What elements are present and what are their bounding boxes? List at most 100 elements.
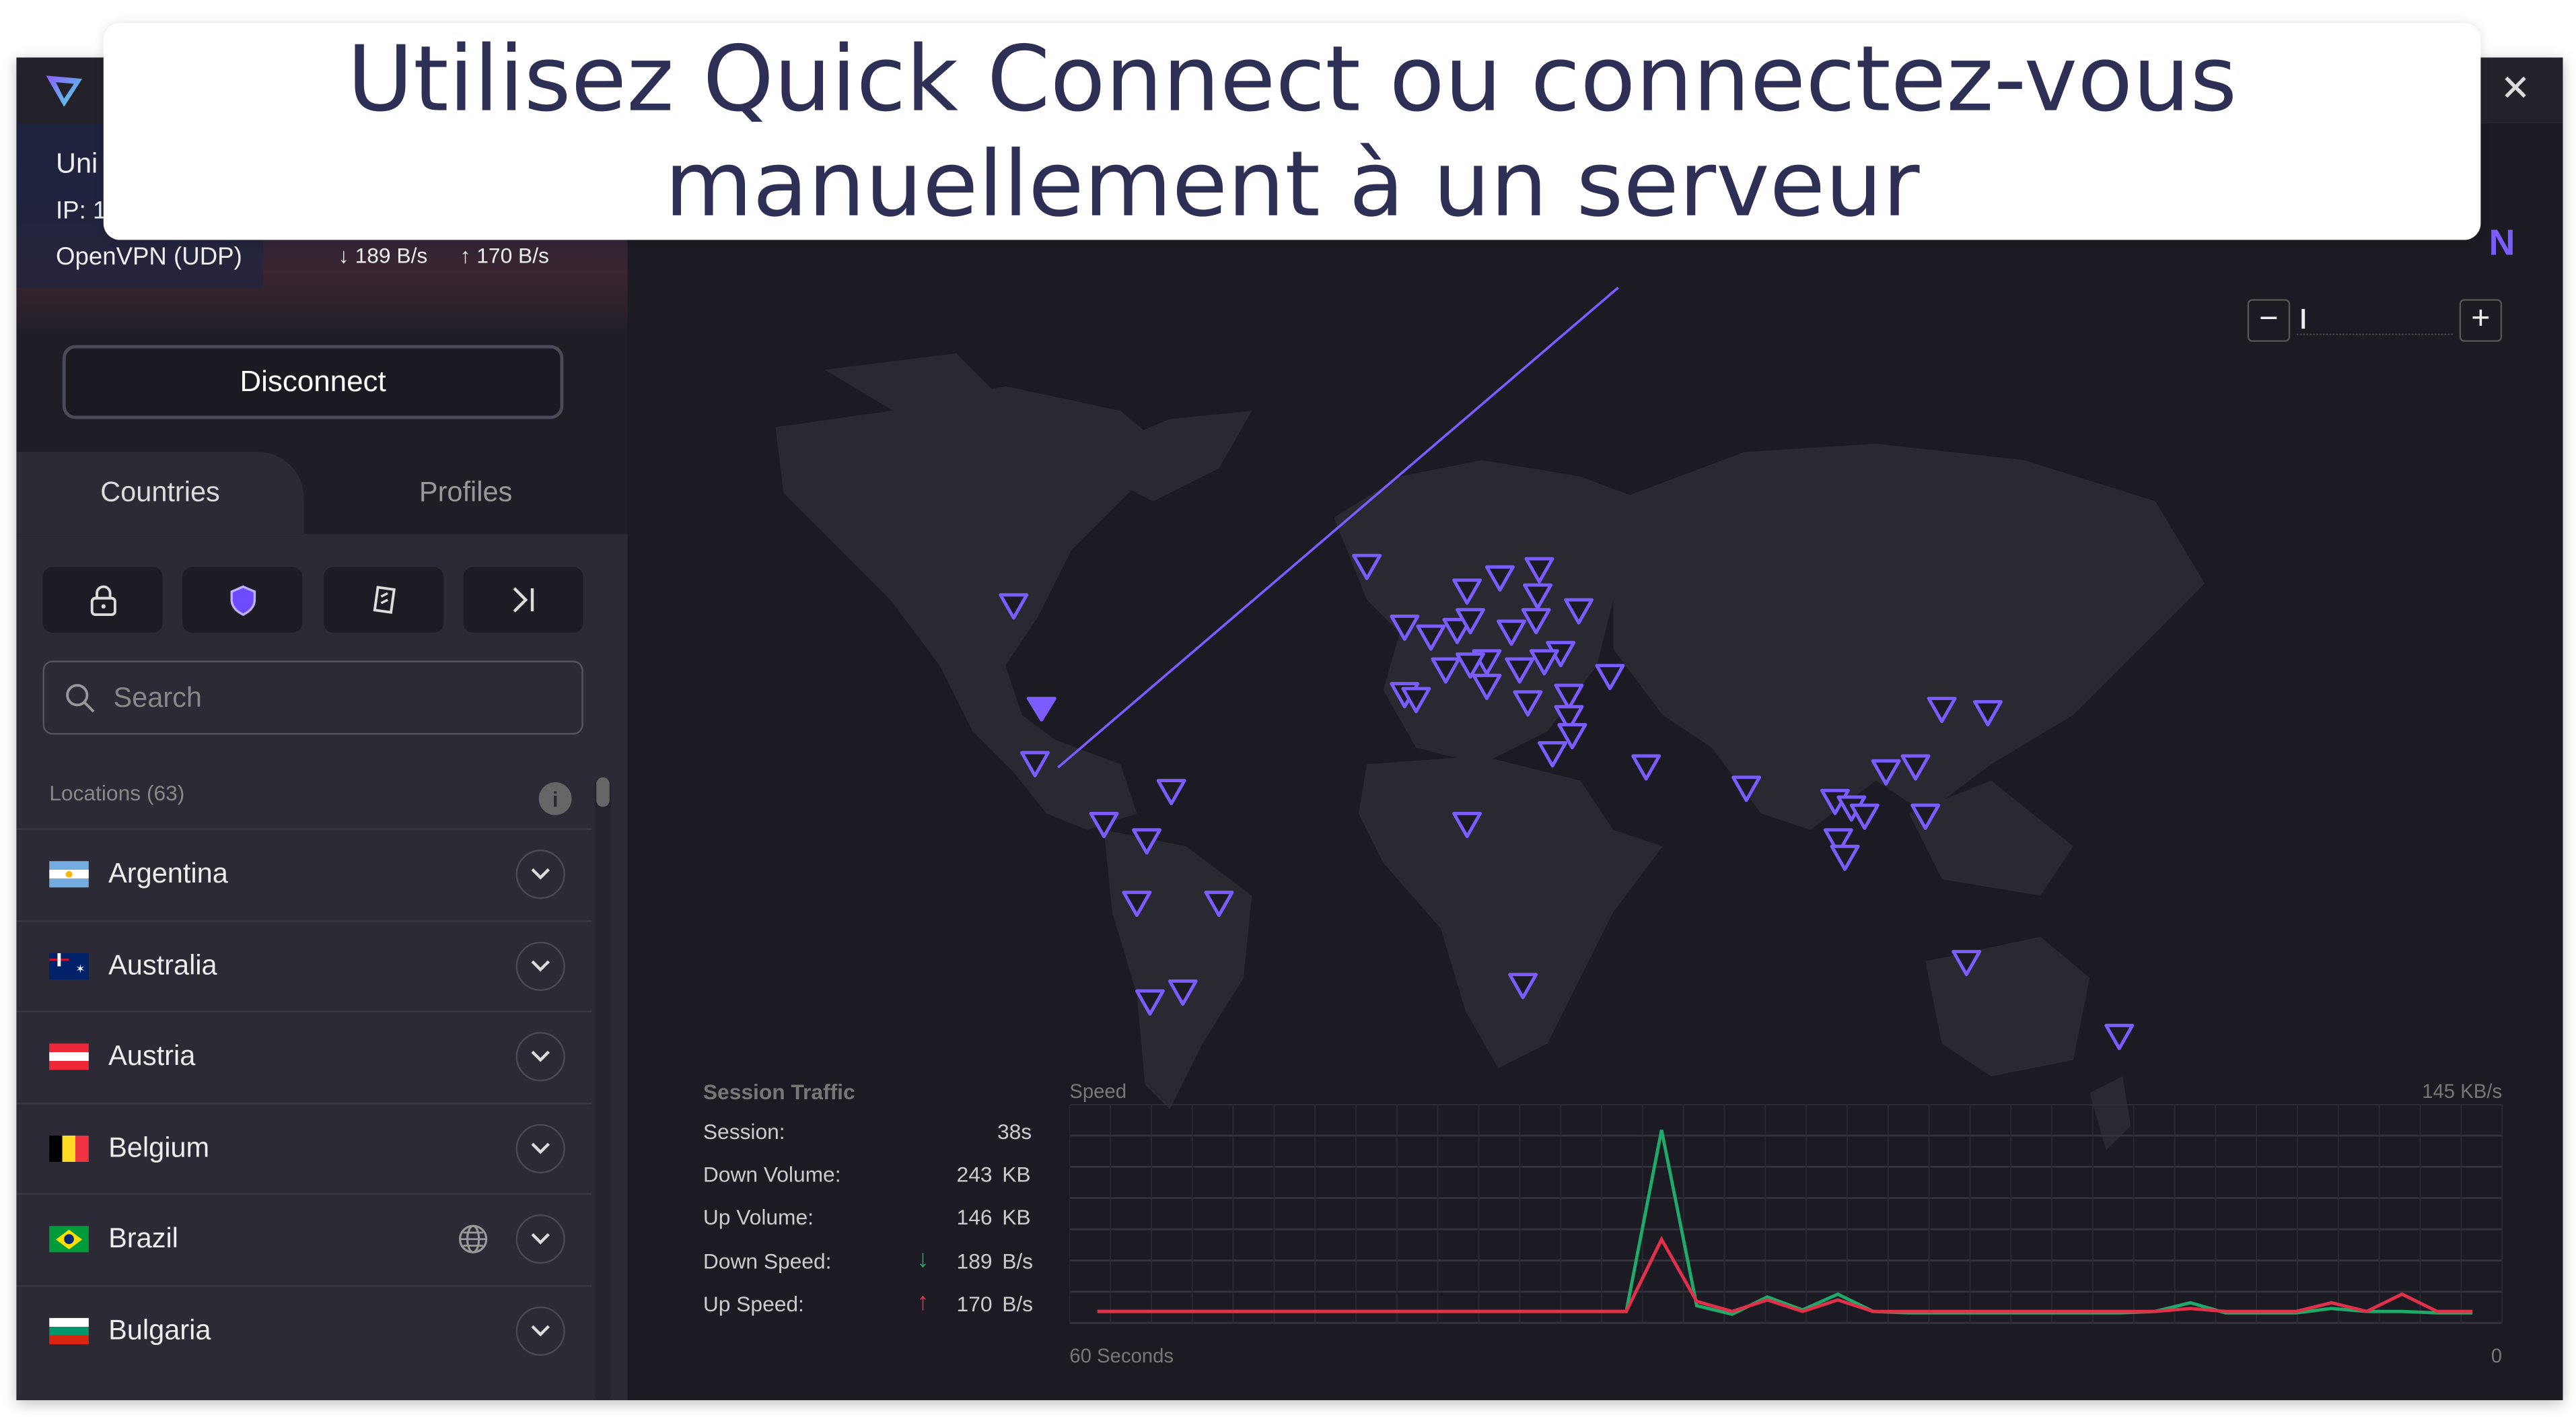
zoom-slider[interactable] bbox=[2296, 306, 2453, 336]
flag-bg-icon bbox=[49, 1317, 89, 1344]
scrollbar[interactable] bbox=[594, 777, 612, 1400]
speed-label: Speed bbox=[1069, 1079, 1127, 1103]
server-marker[interactable] bbox=[1849, 803, 1880, 830]
search-input[interactable] bbox=[113, 681, 541, 714]
brand-logo-fragment: N bbox=[2489, 221, 2515, 263]
arrow-right-bar-icon bbox=[512, 587, 533, 613]
tor-filter-button[interactable] bbox=[463, 567, 583, 633]
country-row-brazil[interactable]: Brazil bbox=[16, 1193, 592, 1284]
shield-filter-button[interactable] bbox=[182, 567, 303, 633]
expand-button[interactable] bbox=[515, 1214, 565, 1264]
x-axis-end-label: 0 bbox=[2491, 1344, 2503, 1368]
stat-label: Up Speed: bbox=[703, 1291, 804, 1316]
app-logo-icon bbox=[46, 75, 83, 107]
server-marker[interactable] bbox=[2104, 1023, 2135, 1050]
tab-countries[interactable]: Countries bbox=[16, 452, 304, 534]
server-marker[interactable] bbox=[1156, 779, 1186, 806]
locations-count: Locations (63) bbox=[49, 780, 185, 806]
chevron-down-icon bbox=[531, 1051, 550, 1063]
chevron-down-icon bbox=[531, 959, 550, 971]
scrollbar-thumb[interactable] bbox=[596, 777, 610, 807]
session-traffic-title: Session Traffic bbox=[703, 1079, 855, 1105]
stat-value: 243 bbox=[956, 1162, 993, 1187]
world-map[interactable]: N − + Session Traffic Session: 38s Down Vo… bbox=[627, 123, 2563, 1400]
country-name: Austria bbox=[108, 1040, 196, 1072]
country-name: Bulgaria bbox=[108, 1314, 211, 1346]
stat-value: 38s bbox=[997, 1119, 1032, 1144]
stat-unit: KB bbox=[1002, 1205, 1031, 1231]
server-marker[interactable] bbox=[1830, 844, 1860, 871]
upload-speed: 170 B/s bbox=[476, 243, 549, 268]
stat-value: 170 bbox=[956, 1291, 993, 1316]
country-name: Argentina bbox=[108, 858, 228, 890]
stat-label: Up Volume: bbox=[703, 1205, 814, 1231]
arrow-down-icon: ↓ bbox=[917, 1245, 929, 1274]
chevron-down-icon bbox=[531, 1233, 550, 1245]
vpn-window: ✕ Uni IP: 1 OpenVPN (UDP) ↓ 189 B/s ↑ 17… bbox=[16, 57, 2563, 1400]
country-row-belgium[interactable]: Belgium bbox=[16, 1101, 592, 1193]
stat-label: Down Speed: bbox=[703, 1248, 832, 1274]
flag-at-icon bbox=[49, 1043, 89, 1070]
country-row-australia[interactable]: ✶ Australia bbox=[16, 919, 592, 1010]
protocol-label: OpenVPN (UDP) bbox=[56, 243, 242, 271]
expand-button[interactable] bbox=[515, 850, 565, 900]
country-name: Australia bbox=[108, 949, 217, 981]
p2p-icon bbox=[372, 586, 395, 614]
expand-button[interactable] bbox=[515, 941, 565, 991]
close-icon[interactable]: ✕ bbox=[2501, 67, 2531, 110]
up-speed-line bbox=[1097, 1236, 2473, 1313]
country-row-bulgaria[interactable]: Bulgaria bbox=[16, 1284, 592, 1375]
stat-value: 146 bbox=[956, 1205, 993, 1231]
country-name: Brazil bbox=[108, 1222, 178, 1255]
down-speed-line bbox=[1097, 1130, 2473, 1316]
secure-core-filter-button[interactable] bbox=[42, 567, 163, 633]
connected-server-marker[interactable] bbox=[1026, 697, 1057, 722]
stat-value: 189 bbox=[956, 1248, 993, 1274]
chevron-down-icon bbox=[531, 1324, 550, 1336]
flag-br-icon bbox=[49, 1226, 89, 1253]
expand-button[interactable] bbox=[515, 1124, 565, 1173]
download-arrow-icon: ↓ bbox=[338, 243, 355, 268]
search-icon bbox=[66, 683, 95, 712]
caption-line-1: Utilisez Quick Connect ou connectez-vous bbox=[347, 26, 2238, 132]
shield-icon bbox=[229, 585, 255, 616]
chevron-down-icon bbox=[531, 868, 550, 880]
speed-max-label: 145 KB/s bbox=[2422, 1079, 2503, 1103]
expand-button[interactable] bbox=[515, 1032, 565, 1082]
country-row-austria[interactable]: Austria bbox=[16, 1010, 592, 1101]
tab-profiles[interactable]: Profiles bbox=[304, 452, 628, 534]
landmass bbox=[1613, 444, 2205, 830]
server-marker[interactable] bbox=[1631, 754, 1661, 781]
zoom-in-button[interactable]: + bbox=[2459, 299, 2503, 342]
search-field[interactable] bbox=[42, 660, 583, 735]
zoom-slider-handle[interactable] bbox=[2301, 308, 2305, 329]
disconnect-button[interactable]: Disconnect bbox=[62, 345, 564, 419]
x-axis-start-label: 60 Seconds bbox=[1069, 1344, 1174, 1368]
stat-label: Session: bbox=[703, 1119, 785, 1144]
caption-line-2: manuellement à un serveur bbox=[664, 131, 1920, 237]
caption-banner: Utilisez Quick Connect ou connectez-vous… bbox=[103, 23, 2481, 240]
download-speed: 189 B/s bbox=[355, 243, 428, 268]
country-name: Belgium bbox=[108, 1132, 210, 1163]
p2p-filter-button[interactable] bbox=[323, 567, 444, 633]
info-icon[interactable]: i bbox=[538, 782, 572, 815]
sidebar: Uni IP: 1 OpenVPN (UDP) ↓ 189 B/s ↑ 170 … bbox=[16, 123, 628, 1400]
stat-unit: KB bbox=[1002, 1162, 1031, 1187]
stat-label: Down Volume: bbox=[703, 1162, 841, 1187]
server-marker[interactable] bbox=[1595, 664, 1625, 691]
zoom-out-button[interactable]: − bbox=[2247, 299, 2291, 342]
stat-unit: B/s bbox=[1002, 1291, 1034, 1316]
expand-button[interactable] bbox=[515, 1306, 565, 1356]
flag-au-icon: ✶ bbox=[49, 953, 89, 979]
flag-be-icon bbox=[49, 1135, 89, 1162]
flag-ar-icon bbox=[49, 861, 89, 888]
lock-icon bbox=[90, 585, 116, 616]
connected-country: Uni bbox=[56, 147, 98, 180]
upload-arrow-icon: ↑ bbox=[460, 243, 477, 268]
arrow-up-icon: ↑ bbox=[917, 1288, 929, 1316]
landmass bbox=[1104, 829, 1252, 1109]
chevron-down-icon bbox=[531, 1142, 550, 1154]
country-row-argentina[interactable]: Argentina bbox=[16, 828, 592, 919]
server-marker[interactable] bbox=[1538, 741, 1568, 768]
countries-panel: Locations (63) i Argentina ✶ Australia Aust… bbox=[16, 534, 628, 1400]
